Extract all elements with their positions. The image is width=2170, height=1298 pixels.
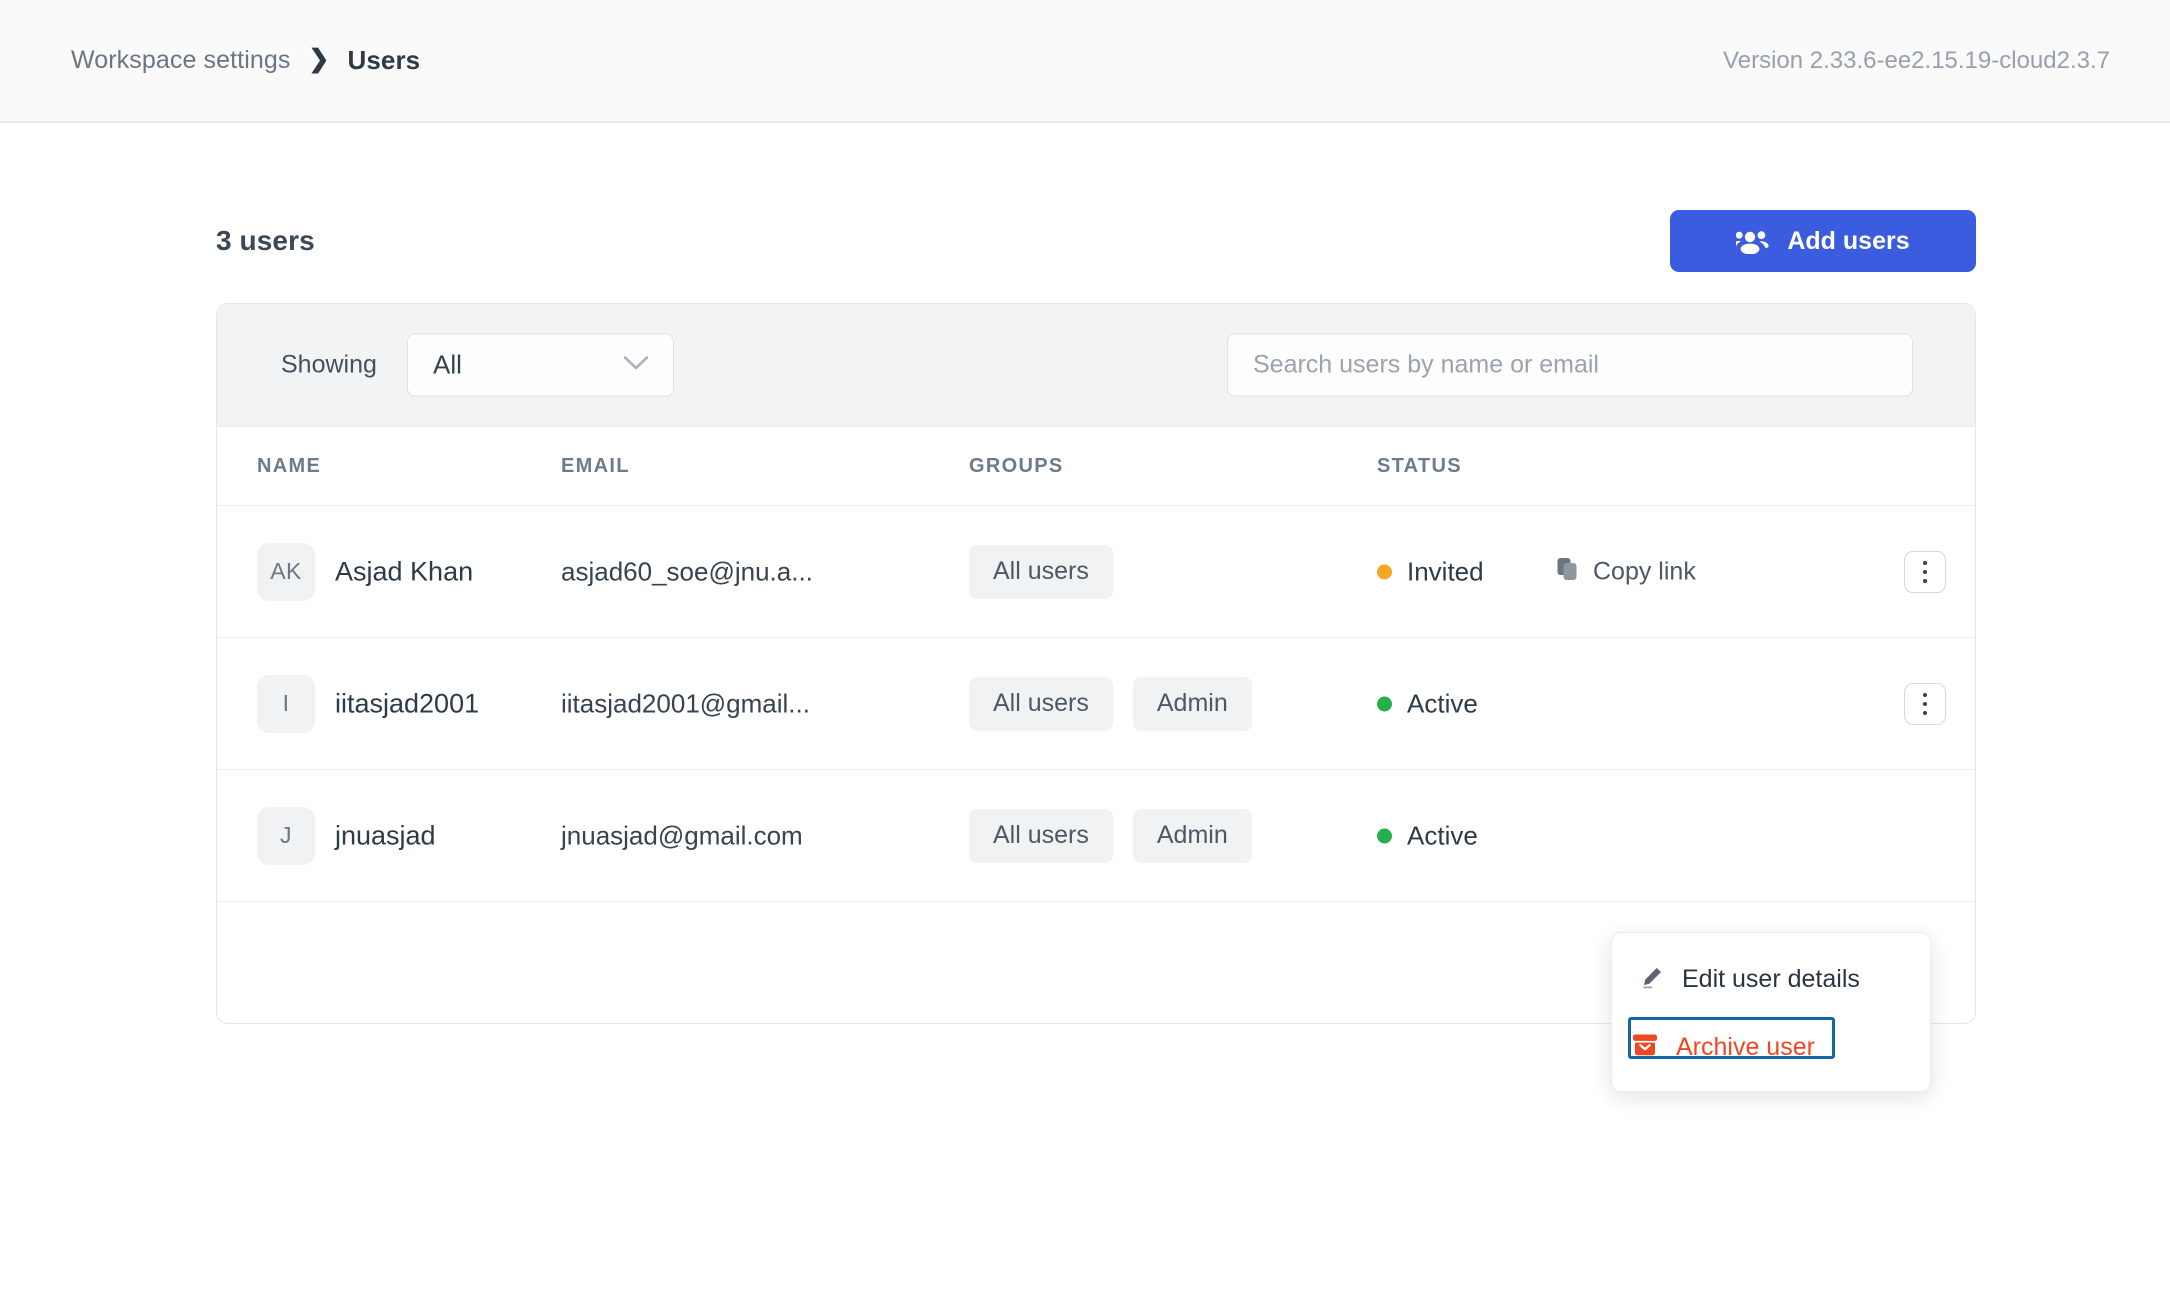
kebab-dot [1923, 702, 1927, 706]
add-users-icon [1736, 228, 1770, 254]
column-header-groups: GROUPS [969, 455, 1063, 478]
user-count-label: 3 users [216, 225, 315, 257]
table-header: NAME EMAIL GROUPS STATUS [217, 427, 1975, 505]
breadcrumb-workspace-settings[interactable]: Workspace settings [71, 46, 291, 75]
add-users-label: Add users [1787, 227, 1909, 256]
kebab-dot [1923, 561, 1927, 565]
status-label: Active [1407, 820, 1478, 851]
top-header-bar: Workspace settings ❯ Users Version 2.33.… [0, 0, 2170, 123]
user-groups: All users Admin [969, 677, 1252, 731]
search-users-wrapper [1227, 334, 1913, 397]
kebab-dot [1923, 693, 1927, 697]
kebab-dot [1923, 579, 1927, 583]
user-groups: All users Admin [969, 809, 1252, 863]
status-dot-active [1377, 696, 1392, 711]
user-status: Active [1377, 820, 1478, 851]
copy-icon [1557, 557, 1579, 586]
status-dot-active [1377, 828, 1392, 843]
column-header-email: EMAIL [561, 455, 630, 478]
user-name: jnuasjad [335, 820, 436, 851]
chevron-down-icon [623, 355, 649, 376]
avatar: AK [257, 543, 315, 601]
user-groups: All users [969, 545, 1113, 599]
showing-filter-select[interactable]: All [407, 334, 674, 397]
showing-filter-value: All [433, 350, 462, 381]
menu-item-archive-user[interactable]: Archive user [1612, 1023, 1930, 1071]
copy-link-label: Copy link [1593, 557, 1696, 586]
filter-bar: Showing All [217, 304, 1975, 427]
group-chip: All users [969, 545, 1113, 599]
menu-item-label: Edit user details [1682, 965, 1860, 994]
page-body: 3 users Add users Showing All [0, 123, 2170, 1298]
avatar: I [257, 675, 315, 733]
group-chip: All users [969, 677, 1113, 731]
user-status: Invited [1377, 556, 1484, 587]
row-actions-dropdown-menu: Edit user details Archive user [1611, 932, 1931, 1092]
version-label: Version 2.33.6-ee2.15.19-cloud2.3.7 [1723, 0, 2110, 121]
add-users-button[interactable]: Add users [1670, 210, 1976, 272]
kebab-dot [1923, 711, 1927, 715]
table-bottom-divider [217, 901, 1975, 902]
avatar: J [257, 807, 315, 865]
page-header-row: 3 users Add users [216, 205, 1976, 277]
search-input[interactable] [1227, 334, 1913, 397]
status-label: Active [1407, 688, 1478, 719]
row-actions-kebab-button[interactable] [1904, 683, 1946, 725]
user-name: Asjad Khan [335, 556, 473, 587]
copy-link-button[interactable]: Copy link [1557, 557, 1696, 586]
user-email: asjad60_soe@jnu.a... [561, 556, 813, 587]
pencil-icon [1640, 965, 1664, 994]
chevron-right-icon: ❯ [309, 47, 330, 72]
group-chip: Admin [1133, 677, 1252, 731]
breadcrumb: Workspace settings ❯ Users [71, 0, 420, 121]
table-row: I iitasjad2001 iitasjad2001@gmail... All… [217, 637, 1975, 769]
table-row: AK Asjad Khan asjad60_soe@jnu.a... All u… [217, 505, 1975, 637]
column-header-name: NAME [257, 455, 321, 478]
status-dot-invited [1377, 564, 1392, 579]
user-name: iitasjad2001 [335, 688, 479, 719]
group-chip: All users [969, 809, 1113, 863]
archive-icon [1632, 1033, 1658, 1062]
group-chip: Admin [1133, 809, 1252, 863]
users-card: Showing All NAME EMAIL GROUPS STATUS [216, 303, 1976, 1024]
column-header-status: STATUS [1377, 455, 1462, 478]
showing-label: Showing [281, 351, 377, 380]
kebab-dot [1923, 570, 1927, 574]
table-row: J jnuasjad jnuasjad@gmail.com All users … [217, 769, 1975, 901]
breadcrumb-users: Users [347, 45, 420, 76]
user-email: jnuasjad@gmail.com [561, 820, 803, 851]
user-email: iitasjad2001@gmail... [561, 688, 810, 719]
status-label: Invited [1407, 556, 1484, 587]
user-status: Active [1377, 688, 1478, 719]
menu-item-edit-user-details[interactable]: Edit user details [1612, 955, 1930, 1003]
menu-item-label: Archive user [1676, 1033, 1815, 1062]
row-actions-kebab-button[interactable] [1904, 551, 1946, 593]
